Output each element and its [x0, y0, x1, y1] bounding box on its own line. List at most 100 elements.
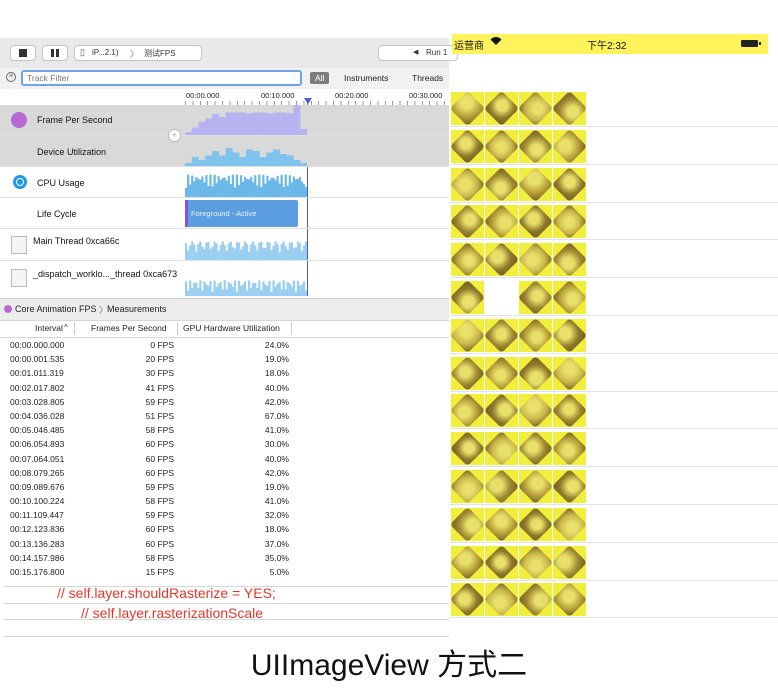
- gpu-cell: 41.0%: [264, 496, 289, 507]
- interval-cell: 00:15.176.800: [10, 567, 65, 577]
- tab-all[interactable]: All: [310, 72, 330, 84]
- breadcrumb-item[interactable]: Core Animation FPS: [15, 304, 97, 314]
- gpu-cell: 42.0%: [264, 396, 289, 407]
- list-item[interactable]: [450, 166, 778, 203]
- table-row[interactable]: 00:02.017.802 41 FPS 40.0%: [0, 381, 449, 395]
- thumbnail-image: [519, 205, 552, 239]
- thumbnail-image: [553, 394, 586, 428]
- ruler-tick: 00:00.000: [186, 91, 220, 100]
- gpu-cell: 19.0%: [264, 481, 289, 492]
- list-item[interactable]: [450, 128, 778, 165]
- playhead-marker-icon: [304, 98, 312, 104]
- track-life-cycle[interactable]: Life Cycle Foreground - Active: [0, 198, 449, 229]
- fps-cell: 59 FPS: [145, 481, 174, 492]
- thumbnail-image: [485, 394, 518, 428]
- stop-button[interactable]: [10, 45, 36, 61]
- interval-cell: 00:11.109.447: [10, 510, 64, 521]
- thumbnail-image: [553, 545, 586, 579]
- pause-button[interactable]: [42, 45, 68, 61]
- track-cpu-usage[interactable]: CPU Usage: [0, 167, 449, 198]
- thread-icon: [11, 236, 27, 254]
- table-row[interactable]: 00:05.046.485 58 FPS 41.0%: [0, 423, 449, 437]
- column-interval[interactable]: Interval: [35, 323, 63, 333]
- run-selector[interactable]: ◀ Run 1: [378, 45, 458, 61]
- table-row[interactable]: 00:13.136.283 60 FPS 37.0%: [0, 537, 449, 551]
- table-row[interactable]: 00:03.028.805 59 FPS 42.0%: [0, 395, 449, 409]
- table-row[interactable]: 00:10.100.224 58 FPS 41.0%: [0, 494, 449, 508]
- column-fps[interactable]: Frames Per Second: [91, 323, 167, 333]
- track-dispatch-worker[interactable]: _dispatch_worklo..._thread 0xca673: [0, 261, 449, 296]
- thumbnail-image: [485, 583, 518, 617]
- battery-icon: [741, 40, 761, 47]
- list-item[interactable]: [450, 468, 778, 505]
- table-row[interactable]: 00:01.011.319 30 FPS 18.0%: [0, 366, 449, 380]
- fps-cell: 60 FPS: [145, 524, 174, 535]
- thumbnail-image: [519, 129, 552, 163]
- time-label: 下午2:32: [587, 41, 627, 52]
- fps-cell: 59 FPS: [145, 396, 174, 407]
- fps-cell: 51 FPS: [145, 410, 174, 421]
- list-item[interactable]: [450, 430, 778, 468]
- thumbnail-image: [485, 470, 518, 503]
- table-row[interactable]: 00:00.001.535 20 FPS 19.0%: [0, 352, 449, 366]
- gpu-cell: 18.0%: [264, 524, 289, 535]
- interval-cell: 00:07.064.051: [10, 453, 65, 464]
- gpu-cell: 35.0%: [264, 552, 289, 563]
- list-item[interactable]: [450, 392, 778, 430]
- list-item[interactable]: [450, 279, 778, 316]
- target-label: 测试FPS: [144, 49, 176, 58]
- stop-icon: [19, 49, 27, 57]
- interval-cell: 00:01.011.319: [10, 368, 64, 379]
- list-item[interactable]: [450, 90, 778, 127]
- thumbnail-image: [519, 507, 552, 541]
- column-gpu[interactable]: GPU Hardware Utilization: [183, 323, 280, 333]
- table-row[interactable]: 00:11.109.447 59 FPS 32.0%: [0, 508, 449, 522]
- fps-graph: [185, 105, 307, 135]
- table-row[interactable]: 00:04.036.028 51 FPS 67.0%: [0, 409, 449, 423]
- gpu-cell: 37.0%: [264, 538, 289, 549]
- list-item[interactable]: [450, 203, 778, 241]
- time-ruler: 00:00.000 00:10.000 00:20.000 00:30.000: [185, 89, 449, 106]
- thumbnail-image: [519, 470, 552, 503]
- table-row[interactable]: 00:15.176.800 15 FPS 5.0%: [0, 565, 449, 579]
- table-row[interactable]: 00:06.054.893 60 FPS 30.0%: [0, 437, 449, 451]
- table-row[interactable]: 00:08.079.265 60 FPS 42.0%: [0, 466, 449, 480]
- timeline: 00:00.000 00:10.000 00:20.000 00:30.000 …: [0, 89, 449, 296]
- gpu-cell: 40.0%: [264, 382, 289, 393]
- tab-threads[interactable]: Threads: [412, 73, 443, 83]
- list-item[interactable]: [450, 355, 778, 392]
- tab-instruments[interactable]: Instruments: [344, 73, 388, 83]
- gpu-cell: 5.0%: [269, 567, 289, 577]
- table-row[interactable]: 00:09.089.676 59 FPS 19.0%: [0, 480, 449, 494]
- list-item[interactable]: [450, 506, 778, 543]
- list-item[interactable]: [450, 581, 778, 619]
- interval-cell: 00:02.017.802: [10, 382, 65, 393]
- main-thread-graph: [185, 241, 307, 260]
- list-item[interactable]: [450, 544, 778, 581]
- fps-cell: 59 FPS: [145, 510, 174, 521]
- target-selector[interactable]: ▯ iP...2.1) 〉 测试FPS: [74, 45, 202, 61]
- table-row[interactable]: 00:12.123.836 60 FPS 18.0%: [0, 522, 449, 536]
- thumbnail-image: [553, 281, 586, 314]
- fps-cell: 20 FPS: [145, 354, 174, 365]
- thumbnail-image: [451, 545, 484, 579]
- track-label: Life Cycle: [37, 209, 77, 219]
- add-icon[interactable]: +: [168, 129, 181, 142]
- track-device-utilization[interactable]: Device Utilization: [0, 136, 449, 167]
- track-label: Device Utilization: [37, 147, 107, 157]
- fps-cell: 58 FPS: [145, 552, 174, 563]
- list-item[interactable]: [450, 317, 778, 354]
- track-frame-per-second[interactable]: Frame Per Second: [0, 105, 449, 136]
- breadcrumb-item[interactable]: Measurements: [107, 304, 167, 314]
- code-comment-line: // self.layer.rasterizationScale: [81, 605, 264, 621]
- thumbnail-image: [451, 92, 484, 125]
- track-filter-input[interactable]: [21, 70, 302, 86]
- table-row[interactable]: 00:14.157.986 58 FPS 35.0%: [0, 551, 449, 565]
- track-label: Frame Per Second: [37, 115, 113, 125]
- table-row[interactable]: 00:00.000.000 0 FPS 24.0%: [0, 338, 449, 352]
- foreground-active-bar[interactable]: Foreground - Active: [185, 200, 298, 227]
- interval-cell: 00:04.036.028: [10, 410, 65, 421]
- track-main-thread[interactable]: Main Thread 0xca66c: [0, 229, 449, 261]
- list-item[interactable]: [450, 241, 778, 279]
- table-row[interactable]: 00:07.064.051 60 FPS 40.0%: [0, 452, 449, 466]
